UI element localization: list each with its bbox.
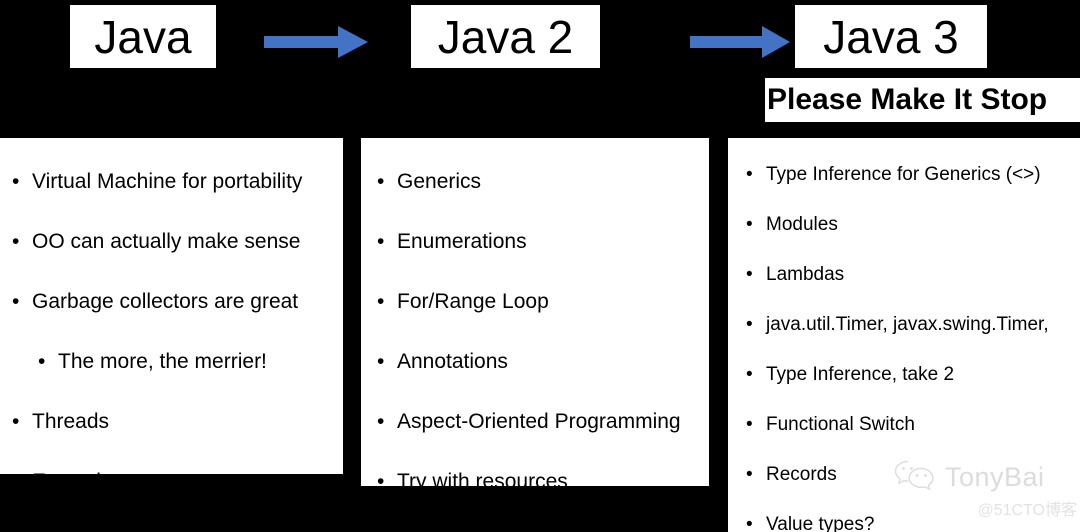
list-item: • Value types? <box>740 500 1076 532</box>
list-item: • Garbage collectors are great <box>6 272 337 332</box>
list-item: • Exceptions <box>6 452 337 474</box>
list-item: • Type Inference, take 2 <box>740 350 1076 400</box>
list-item: • Records <box>740 450 1076 500</box>
bullet-icon: • <box>746 414 753 435</box>
list-item-label: Functional Switch <box>766 414 915 435</box>
header-box-java2: Java 2 <box>411 5 600 68</box>
list-item-label: Garbage collectors are great <box>32 290 299 313</box>
slide-canvas: Java Java 2 Java 3 Please Make It Stop •… <box>0 0 1080 532</box>
list-item: • Lambdas <box>740 250 1076 300</box>
list-item: • Functional Switch <box>740 400 1076 450</box>
bullet-list-java2: • Generics • Enumerations • For/Range Lo… <box>371 152 703 486</box>
list-item-label: Value types? <box>766 514 875 532</box>
bullet-icon: • <box>377 410 385 433</box>
list-item: • Try with resources <box>371 452 703 486</box>
list-item-label: Aspect-Oriented Programming <box>397 410 681 433</box>
list-item-label: OO can actually make sense <box>32 230 301 253</box>
bullet-icon: • <box>746 464 753 485</box>
list-item-label: Lambdas <box>766 264 845 285</box>
bullet-icon: • <box>12 452 19 474</box>
bullet-icon: • <box>746 214 753 235</box>
list-item-label: Records <box>766 464 837 485</box>
list-item: • Generics <box>371 152 703 212</box>
bullet-icon: • <box>377 230 385 253</box>
list-item: • For/Range Loop <box>371 272 703 332</box>
arrow-right-icon-1 <box>264 22 368 62</box>
bullet-icon: • <box>377 470 385 486</box>
list-item: • OO can actually make sense <box>6 212 337 272</box>
list-item-label: Type Inference, take 2 <box>766 364 955 385</box>
list-item-label: Enumerations <box>397 230 527 253</box>
list-item-label: Type Inference for Generics (<>) <box>766 164 1041 185</box>
feature-list-java: • Virtual Machine for portability • OO c… <box>0 138 343 474</box>
arrow-right-icon-2 <box>690 22 790 62</box>
bullet-icon: • <box>12 410 20 433</box>
list-item: • java.util.Timer, javax.swing.Timer, <box>740 300 1076 350</box>
bullet-icon: • <box>746 364 753 385</box>
bullet-icon: • <box>746 164 753 185</box>
arrow-right-svg-2 <box>690 26 790 58</box>
header-box-java: Java <box>70 5 216 68</box>
list-item-label: Modules <box>766 214 838 235</box>
list-item: • Modules <box>740 200 1076 250</box>
list-item: • Annotations <box>371 332 703 392</box>
bullet-icon: • <box>38 350 46 373</box>
bullet-icon: • <box>12 170 20 193</box>
bullet-icon: • <box>377 350 385 373</box>
list-item-label: Generics <box>397 170 482 193</box>
list-item: • Aspect-Oriented Programming <box>371 392 703 452</box>
bullet-list-java3: • Type Inference for Generics (<>) • Mod… <box>740 150 1076 532</box>
list-item: • Virtual Machine for portability <box>6 152 337 212</box>
arrow-right-svg-1 <box>264 26 368 58</box>
feature-list-java3: • Type Inference for Generics (<>) • Mod… <box>728 138 1080 532</box>
header-box-java3: Java 3 <box>795 5 987 68</box>
bullet-icon: • <box>746 314 753 335</box>
bullet-icon: • <box>746 514 753 532</box>
subtitle-box-please-make-it-stop: Please Make It Stop <box>765 78 1080 122</box>
bullet-icon: • <box>377 290 385 313</box>
bullet-icon: • <box>746 264 753 285</box>
list-item-label: The more, the merrier! <box>58 350 267 373</box>
list-item-label: Exceptions <box>32 470 135 474</box>
bullet-list-java: • Virtual Machine for portability • OO c… <box>6 152 337 474</box>
feature-list-java2: • Generics • Enumerations • For/Range Lo… <box>361 138 709 486</box>
list-item-label: Try with resources <box>397 470 568 486</box>
list-item: • Threads <box>6 392 337 452</box>
list-item-label: Annotations <box>397 350 508 373</box>
list-item-label: Threads <box>32 410 110 433</box>
bullet-icon: • <box>377 170 385 193</box>
list-item-label: Virtual Machine for portability <box>32 170 303 193</box>
bullet-icon: • <box>12 230 20 253</box>
bullet-icon: • <box>12 290 20 313</box>
list-item-sub: • The more, the merrier! <box>6 332 337 392</box>
list-item-label: java.util.Timer, javax.swing.Timer, <box>766 314 1049 335</box>
list-item: • Enumerations <box>371 212 703 272</box>
list-item: • Type Inference for Generics (<>) <box>740 150 1076 200</box>
list-item-label: For/Range Loop <box>397 290 549 313</box>
